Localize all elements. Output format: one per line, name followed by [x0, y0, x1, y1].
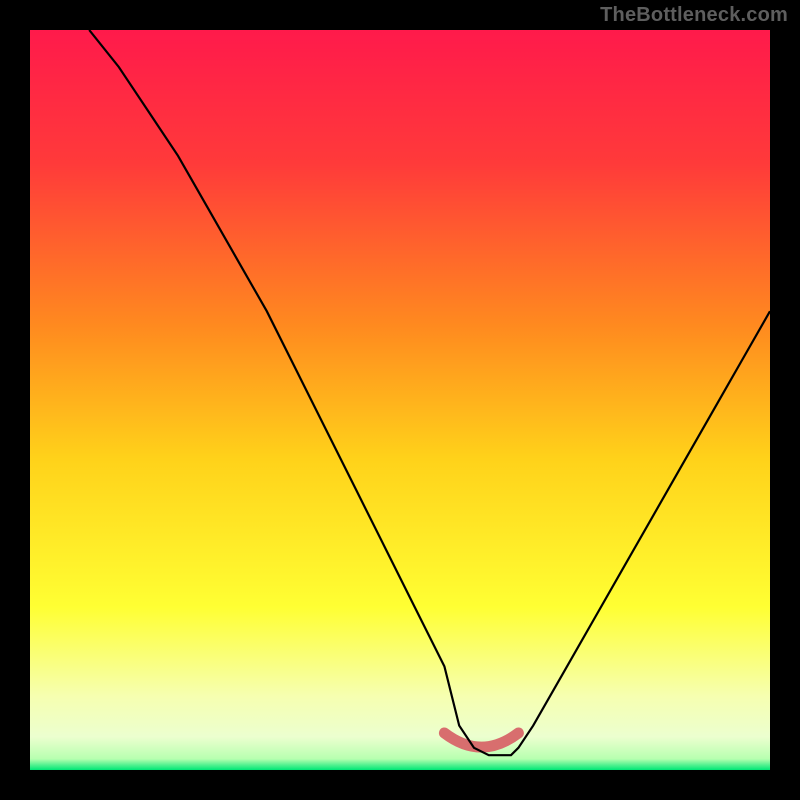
chart-svg: [30, 30, 770, 770]
plot-area: [30, 30, 770, 770]
chart-frame: TheBottleneck.com: [0, 0, 800, 800]
gradient-rect: [30, 30, 770, 770]
watermark-text: TheBottleneck.com: [600, 4, 788, 27]
